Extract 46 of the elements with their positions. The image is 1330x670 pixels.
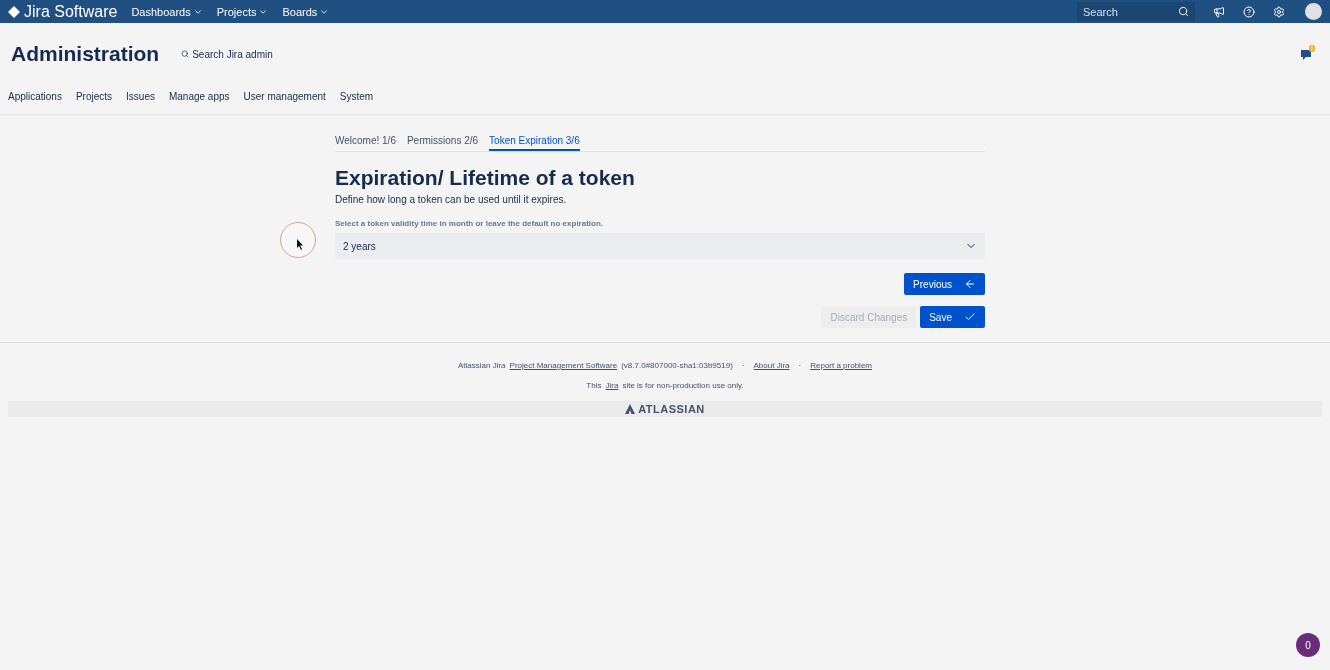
feedback-icon[interactable] — [1301, 48, 1314, 60]
separator-dot: · — [798, 361, 802, 370]
check-icon — [964, 311, 976, 323]
description-text: Define how long a token can be used until it expires. — [335, 194, 568, 205]
wizard-tab[interactable]: Welcome! 1/6 — [335, 135, 396, 151]
validity-select[interactable]: 2 years — [335, 233, 985, 259]
footer-text: site is for non-production use only. — [622, 381, 744, 390]
atlassian-logo: ATLASSIAN — [8, 401, 1322, 417]
search-icon — [181, 50, 190, 58]
admin-nav-link[interactable]: Applications — [8, 91, 62, 114]
field-label: Select a token validity time in month or leave the default no expiration. — [335, 219, 605, 228]
footer-link[interactable]: Jira — [605, 381, 619, 390]
settings-icon[interactable] — [1273, 5, 1285, 18]
search-field[interactable]: Search — [1077, 2, 1195, 21]
admin-search-link[interactable]: Search Jira admin — [181, 48, 273, 60]
avatar[interactable] — [1305, 3, 1322, 20]
section-heading: Expiration/ Lifetime of a token — [335, 166, 636, 190]
arrow-left-icon — [964, 278, 976, 290]
footer-link[interactable]: About Jira — [753, 361, 790, 370]
footer-text: This — [586, 381, 602, 390]
wizard-tab[interactable]: Permissions 2/6 — [406, 135, 479, 151]
help-icon[interactable] — [1243, 5, 1255, 18]
diamond-icon — [8, 5, 20, 18]
admin-nav-link[interactable]: User management — [243, 91, 326, 114]
jira-logo[interactable]: Jira Software — [8, 2, 118, 21]
footer-link[interactable]: Report a problem — [810, 361, 872, 370]
footer-link[interactable]: Project Management Software — [509, 361, 618, 370]
megaphone-icon[interactable] — [1213, 5, 1225, 18]
chat-badge-button[interactable]: 0 — [1296, 633, 1320, 657]
save-button[interactable]: Save — [920, 306, 985, 328]
admin-nav-link[interactable]: Projects — [75, 91, 113, 114]
version-text: (v8.7.0#807000-sha1:03b9519) — [621, 361, 733, 370]
search-icon — [1178, 6, 1189, 17]
nav-menu[interactable]: Projects — [216, 5, 269, 18]
footer-text: Atlassian Jira — [458, 361, 506, 370]
triangle-logo-icon — [625, 404, 636, 414]
admin-nav-link[interactable]: System — [339, 91, 374, 114]
nav-menu[interactable]: Dashboards — [131, 5, 203, 18]
admin-nav-link[interactable]: Manage apps — [168, 91, 230, 114]
separator-dot: · — [741, 361, 745, 370]
admin-nav-link[interactable]: Issues — [126, 91, 155, 114]
nav-menu[interactable]: Boards — [282, 5, 330, 18]
wizard-tab[interactable]: Token Expiration 3/6 — [489, 135, 580, 151]
previous-button[interactable]: Previous — [904, 273, 985, 295]
page-title: Administration — [11, 42, 160, 66]
cursor-icon — [297, 239, 304, 250]
